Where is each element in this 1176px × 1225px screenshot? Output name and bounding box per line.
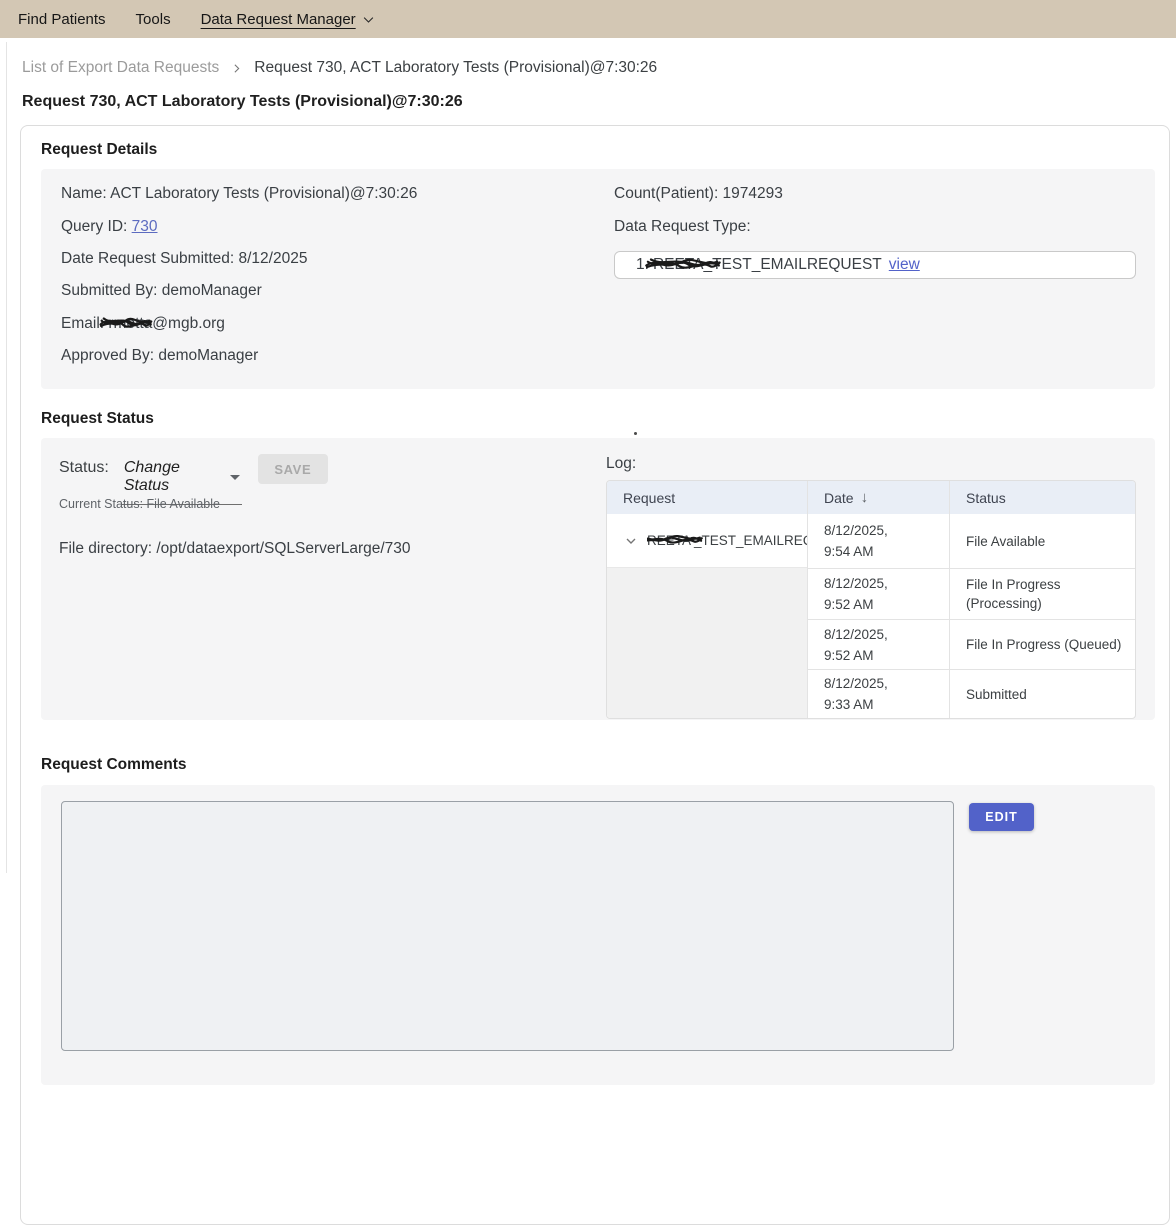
field-name: Name: ACT Laboratory Tests (Provisional)…: [61, 178, 417, 210]
page-title: Request 730, ACT Laboratory Tests (Provi…: [22, 93, 463, 111]
log-request-cell-empty: [607, 619, 807, 669]
chevron-right-icon: [230, 62, 243, 75]
type-item-number: 1.: [636, 256, 649, 274]
chevron-down-icon: [361, 12, 376, 27]
request-status-panel: Status: Change Status SAVE Current Statu…: [41, 438, 1155, 720]
log-table: Request Date ↓ Status REETA: [606, 480, 1136, 719]
field-submitted-by: Submitted By: demoManager: [61, 275, 417, 307]
breadcrumb: List of Export Data Requests Request 730…: [22, 59, 657, 77]
nav-find-patients-label: Find Patients: [18, 11, 106, 28]
log-date-cell: 8/12/2025, 9:52 AM: [807, 619, 949, 669]
log-date-cell: 8/12/2025, 9:54 AM: [807, 514, 949, 568]
edit-button[interactable]: EDIT: [969, 803, 1034, 831]
stray-dot: [634, 432, 637, 435]
query-id-label: Query ID:: [61, 218, 132, 236]
nav-tools-label: Tools: [136, 11, 171, 28]
log-col-status[interactable]: Status: [949, 481, 1136, 514]
request-details-right-column: Count(Patient): 1974293 Data Request Typ…: [614, 178, 1136, 279]
request-status-heading: Request Status: [41, 410, 154, 428]
log-row-3: 8/12/2025, 9:52 AM File In Progress (Que…: [607, 619, 1135, 669]
nav-data-request-manager-label: Data Request Manager: [201, 11, 356, 28]
email-redacted-text: rmott: [108, 315, 143, 333]
type-item-redacted-text: REETA_: [653, 256, 712, 274]
log-table-header: Request Date ↓ Status: [607, 481, 1135, 514]
log-request-cell-empty: [607, 568, 807, 619]
email-visible-text: a@mgb.org: [144, 315, 225, 333]
query-id-link[interactable]: 730: [132, 218, 158, 236]
request-details-left-column: Name: ACT Laboratory Tests (Provisional)…: [61, 178, 417, 372]
field-query-id: Query ID: 730: [61, 210, 417, 242]
log-request-cell-empty: [607, 669, 807, 718]
log-date-cell: 8/12/2025, 9:33 AM: [807, 669, 949, 718]
status-label: Status:: [59, 454, 109, 477]
log-row-2: 8/12/2025, 9:52 AM File In Progress (Pro…: [607, 568, 1135, 619]
log-date-cell: 8/12/2025, 9:52 AM: [807, 568, 949, 619]
file-directory-text: File directory: /opt/dataexport/SQLServe…: [59, 540, 411, 558]
log-status-cell: File In Progress (Queued): [949, 619, 1136, 669]
save-button[interactable]: SAVE: [258, 454, 328, 484]
log-status-cell: File In Progress (Processing): [949, 568, 1136, 619]
field-date-submitted: Date Request Submitted: 8/12/2025: [61, 243, 417, 275]
email-label: Email:: [61, 315, 108, 333]
log-request-name: REETA _TEST_EMAILREQ...: [647, 533, 807, 548]
top-menu-bar: Find Patients Tools Data Request Manager: [0, 0, 1176, 38]
log-row-4: 8/12/2025, 9:33 AM Submitted: [607, 669, 1135, 718]
request-comments-panel: EDIT: [41, 785, 1155, 1085]
log-request-redacted-text: REETA: [647, 533, 694, 548]
select-caret-icon: [230, 475, 240, 480]
request-card: Request Details Name: ACT Laboratory Tes…: [20, 125, 1170, 1225]
page-left-divider: [6, 42, 7, 873]
expand-row-icon[interactable]: [623, 533, 639, 549]
field-approved-by: Approved By: demoManager: [61, 340, 417, 372]
nav-tools[interactable]: Tools: [136, 11, 171, 28]
nav-data-request-manager[interactable]: Data Request Manager: [201, 11, 376, 28]
field-email: Email: rmott a@mgb.org: [61, 308, 417, 340]
log-col-request[interactable]: Request: [607, 481, 807, 514]
type-item-view-link[interactable]: view: [889, 256, 920, 274]
request-details-panel: Name: ACT Laboratory Tests (Provisional)…: [41, 169, 1155, 389]
log-status-cell: File Available: [949, 514, 1136, 568]
comment-textarea[interactable]: [61, 801, 954, 1051]
sort-descending-icon: ↓: [861, 489, 869, 506]
breadcrumb-list-link[interactable]: List of Export Data Requests: [22, 59, 219, 77]
request-comments-heading: Request Comments: [41, 756, 187, 774]
field-data-request-type-label: Data Request Type:: [614, 210, 1136, 242]
type-item-name: TEST_EMAILREQUEST: [712, 256, 882, 274]
request-details-heading: Request Details: [41, 141, 157, 159]
log-status-cell: Submitted: [949, 669, 1136, 718]
log-label: Log:: [606, 455, 636, 473]
log-col-date[interactable]: Date ↓: [807, 481, 949, 514]
change-status-value: Change Status: [124, 459, 224, 495]
data-request-type-item: 1. REETA_ TEST_EMAILREQUEST view: [614, 251, 1136, 279]
log-request-cell: REETA _TEST_EMAILREQ...: [607, 514, 807, 568]
field-count-patient: Count(Patient): 1974293: [614, 178, 1136, 210]
nav-find-patients[interactable]: Find Patients: [18, 11, 106, 28]
current-status-text: Current Status: File Available: [59, 497, 220, 511]
breadcrumb-current: Request 730, ACT Laboratory Tests (Provi…: [254, 59, 657, 77]
log-row-1: REETA _TEST_EMAILREQ... 8/12/2025, 9:54: [607, 514, 1135, 568]
